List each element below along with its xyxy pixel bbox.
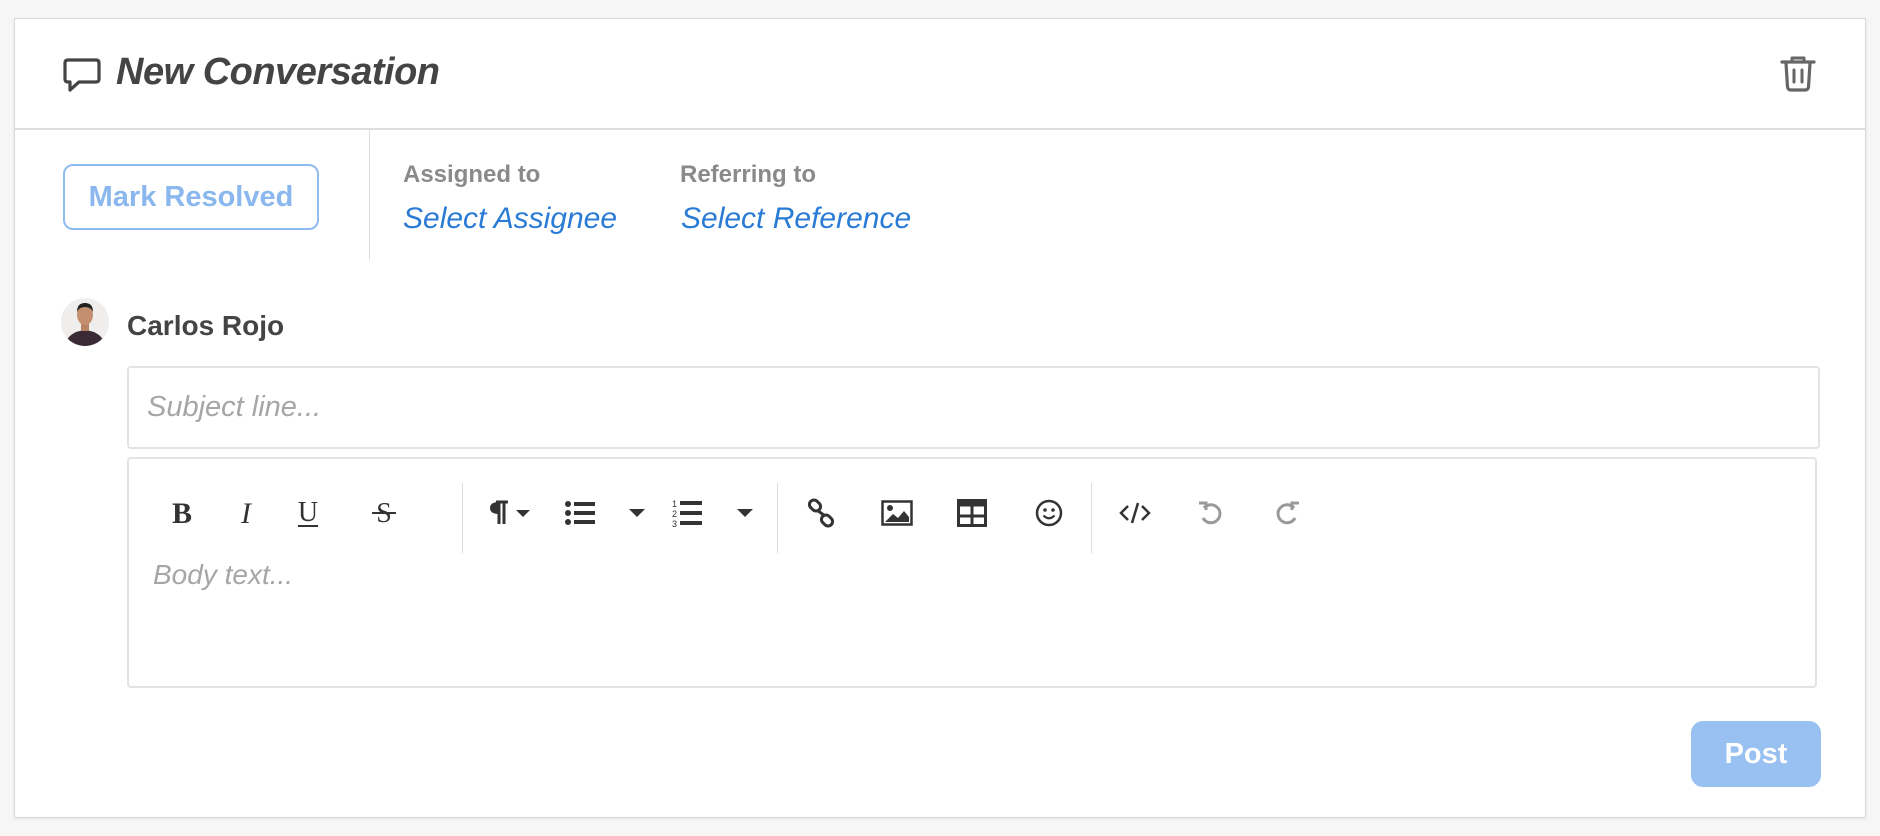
italic-icon[interactable]: I — [219, 483, 273, 543]
redo-icon[interactable] — [1260, 483, 1314, 543]
divider — [369, 130, 370, 260]
conversation-card: New Conversation Mark Resolved Assigned … — [14, 18, 1866, 818]
page-title: New Conversation — [116, 51, 440, 93]
toolbar-separator — [462, 483, 463, 553]
trash-icon[interactable] — [1778, 53, 1818, 93]
chevron-down-icon[interactable] — [617, 483, 657, 543]
emoji-icon[interactable] — [1022, 483, 1076, 543]
undo-icon[interactable] — [1184, 483, 1238, 543]
strikethrough-icon[interactable]: S — [357, 483, 411, 543]
svg-text:3: 3 — [672, 519, 677, 528]
svg-text:2: 2 — [672, 509, 677, 519]
select-assignee-link[interactable]: Select Assignee — [403, 202, 617, 236]
select-reference-link[interactable]: Select Reference — [681, 202, 911, 236]
svg-text:1: 1 — [672, 499, 677, 509]
code-icon[interactable] — [1108, 483, 1162, 543]
toolbar-separator — [1091, 483, 1092, 553]
chevron-down-icon[interactable] — [725, 483, 765, 543]
numbered-list-icon[interactable]: 1 2 3 — [659, 483, 713, 543]
image-icon[interactable] — [870, 483, 924, 543]
speech-bubble-icon — [62, 55, 102, 95]
bold-icon[interactable]: B — [155, 483, 209, 543]
body-editor[interactable]: B I U S 1 2 3 Body text... — [127, 457, 1817, 688]
svg-text:U: U — [298, 497, 318, 528]
paragraph-icon[interactable] — [475, 483, 539, 543]
post-button[interactable]: Post — [1691, 721, 1821, 787]
underline-icon[interactable]: U — [281, 483, 335, 543]
conversation-header: New Conversation — [15, 19, 1865, 130]
toolbar-separator — [777, 483, 778, 553]
mark-resolved-button[interactable]: Mark Resolved — [63, 164, 319, 230]
author-name: Carlos Rojo — [127, 310, 285, 341]
avatar — [61, 298, 109, 346]
svg-text:B: B — [172, 498, 192, 528]
referring-to-label: Referring to — [680, 161, 817, 188]
assigned-to-label: Assigned to — [403, 161, 541, 188]
body-placeholder: Body text... — [153, 559, 294, 590]
table-icon[interactable] — [945, 483, 999, 543]
link-icon[interactable] — [794, 483, 848, 543]
subject-input[interactable] — [127, 366, 1820, 449]
bullet-list-icon[interactable] — [553, 483, 607, 543]
svg-text:I: I — [240, 498, 253, 528]
